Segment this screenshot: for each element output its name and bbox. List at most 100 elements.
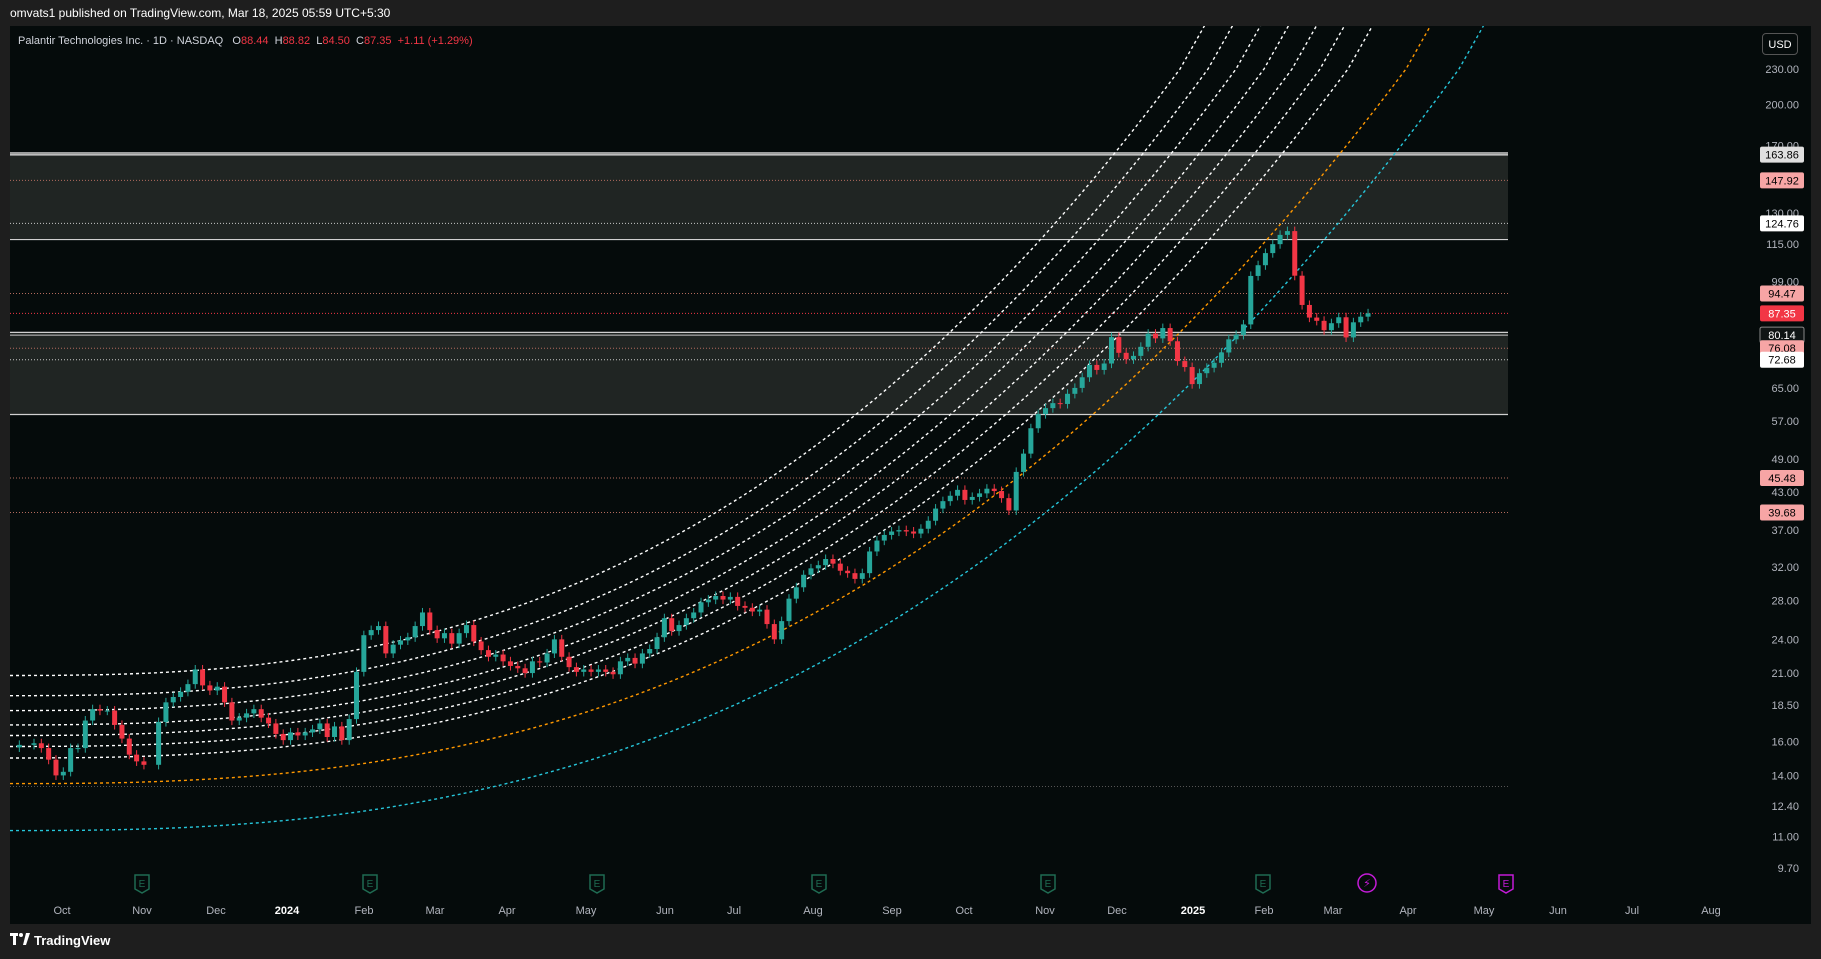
candle[interactable]	[38, 738, 44, 753]
price-chart[interactable]: 230.00200.00170.00130.00115.0099.0065.00…	[0, 0, 1821, 959]
candle[interactable]	[456, 628, 462, 649]
candle[interactable]	[815, 560, 821, 573]
candle[interactable]	[192, 664, 198, 689]
candle[interactable]	[244, 708, 250, 723]
candle[interactable]	[1109, 332, 1114, 369]
price-axis[interactable]: 230.00200.00170.00130.00115.0099.0065.00…	[1508, 26, 1811, 900]
candle[interactable]	[214, 682, 220, 696]
candle[interactable]	[354, 667, 360, 724]
candle[interactable]	[82, 716, 88, 753]
candle[interactable]	[1358, 312, 1364, 327]
candle[interactable]	[903, 525, 909, 537]
candle[interactable]	[170, 692, 176, 707]
candle[interactable]	[639, 648, 645, 669]
candle[interactable]	[16, 740, 22, 752]
candle[interactable]	[1365, 308, 1371, 322]
candle[interactable]	[1255, 260, 1261, 281]
candle[interactable]	[376, 621, 381, 635]
candle[interactable]	[947, 491, 953, 506]
candle[interactable]	[361, 630, 367, 677]
candle[interactable]	[735, 592, 741, 611]
candle[interactable]	[742, 601, 748, 613]
candle[interactable]	[449, 628, 455, 649]
candle[interactable]	[940, 496, 946, 514]
candle[interactable]	[522, 663, 528, 678]
candle[interactable]	[698, 597, 704, 618]
candle[interactable]	[823, 554, 829, 570]
candle[interactable]	[339, 721, 345, 745]
candle[interactable]	[390, 640, 396, 659]
candle[interactable]	[764, 605, 770, 629]
earnings-icon[interactable]: E	[811, 874, 827, 894]
candle[interactable]	[881, 530, 887, 546]
candle[interactable]	[266, 713, 272, 729]
candle[interactable]	[859, 568, 865, 584]
candle[interactable]	[185, 679, 191, 697]
candle[interactable]	[925, 516, 931, 534]
candle[interactable]	[801, 570, 807, 592]
candle[interactable]	[845, 566, 851, 578]
candle[interactable]	[280, 729, 286, 745]
candle[interactable]	[867, 546, 873, 578]
candle[interactable]	[60, 767, 66, 780]
candle[interactable]	[207, 680, 213, 696]
candle[interactable]	[661, 613, 667, 642]
candle[interactable]	[933, 504, 939, 526]
candle[interactable]	[955, 485, 961, 501]
candle[interactable]	[918, 524, 924, 539]
candle[interactable]	[757, 605, 763, 617]
candle[interactable]	[625, 653, 631, 666]
candle[interactable]	[1306, 300, 1312, 323]
candle[interactable]	[793, 582, 799, 604]
candle[interactable]	[837, 559, 843, 576]
candle[interactable]	[1021, 449, 1027, 477]
candle[interactable]	[984, 484, 990, 498]
candle[interactable]	[610, 667, 616, 679]
candle[interactable]	[991, 484, 997, 496]
candle[interactable]	[1028, 423, 1034, 459]
candle[interactable]	[500, 650, 506, 666]
candle[interactable]	[962, 485, 968, 505]
candle[interactable]	[683, 613, 689, 630]
candle[interactable]	[134, 750, 140, 766]
candle[interactable]	[1013, 467, 1019, 516]
candle[interactable]	[397, 635, 403, 650]
candle[interactable]	[559, 634, 565, 662]
tradingview-logo[interactable]: TradingView	[10, 933, 110, 948]
candle[interactable]	[229, 697, 235, 726]
candle[interactable]	[441, 628, 447, 643]
candle[interactable]	[603, 664, 609, 677]
candle[interactable]	[75, 743, 81, 753]
candle[interactable]	[90, 704, 96, 726]
candle[interactable]	[669, 613, 675, 636]
candle[interactable]	[749, 603, 755, 617]
candle[interactable]	[617, 656, 623, 679]
candle[interactable]	[288, 727, 294, 745]
candle[interactable]	[412, 621, 418, 642]
candle[interactable]	[478, 636, 484, 655]
candle[interactable]	[529, 656, 535, 678]
candle[interactable]	[713, 591, 719, 605]
candle[interactable]	[68, 743, 74, 777]
candle[interactable]	[537, 656, 543, 668]
candle[interactable]	[156, 717, 162, 770]
earnings-icon[interactable]: E	[134, 874, 150, 894]
candle[interactable]	[383, 621, 389, 659]
candle[interactable]	[566, 652, 572, 672]
candle[interactable]	[1336, 312, 1342, 328]
candle[interactable]	[1299, 271, 1305, 310]
candle[interactable]	[200, 664, 206, 690]
candle[interactable]	[485, 645, 491, 662]
candle[interactable]	[405, 632, 411, 646]
candle[interactable]	[1292, 226, 1298, 281]
candle[interactable]	[507, 656, 513, 671]
candle[interactable]	[434, 625, 440, 643]
candle[interactable]	[258, 704, 264, 723]
candle[interactable]	[332, 721, 338, 742]
candle[interactable]	[236, 713, 242, 726]
candle[interactable]	[97, 704, 103, 716]
candle[interactable]	[1248, 271, 1254, 329]
candle[interactable]	[1006, 493, 1012, 516]
candle[interactable]	[31, 738, 37, 750]
candle[interactable]	[302, 727, 308, 741]
